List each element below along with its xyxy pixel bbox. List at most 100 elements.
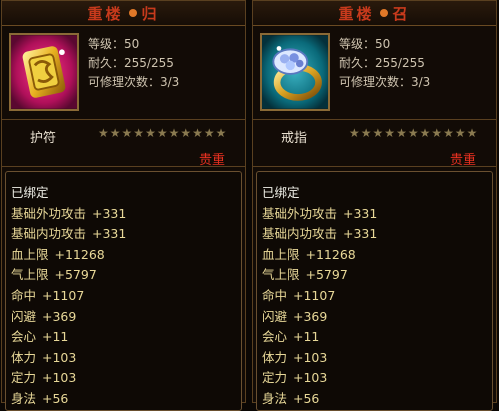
attribute-value: +103: [42, 349, 77, 365]
attribute-row: 体力 +103: [262, 348, 377, 369]
attribute-name: 体力: [11, 349, 37, 365]
attribute-value: +103: [42, 370, 77, 386]
attribute-value: +56: [293, 390, 320, 406]
attribute-row: 血上限 +11268: [11, 245, 126, 266]
star-icon: ★: [192, 126, 203, 140]
attribute-row: 气上限 +5797: [262, 265, 377, 286]
attribute-value: +56: [42, 390, 69, 406]
attribute-name: 基础内功攻击: [11, 226, 87, 242]
attribute-value: +5797: [305, 267, 348, 283]
bound-status: 已绑定: [262, 185, 300, 200]
attribute-row: 会心 +11: [262, 327, 377, 348]
attribute-row: 基础内功攻击 +331: [11, 224, 126, 245]
divider: [253, 166, 496, 167]
amulet-icon: [9, 33, 79, 111]
star-rating: ★ ★ ★ ★ ★ ★ ★ ★ ★ ★ ★: [98, 126, 226, 140]
bound-status: 已绑定: [11, 185, 49, 200]
star-icon: ★: [156, 126, 168, 140]
divider: [2, 166, 245, 167]
attribute-list: 已绑定 基础外功攻击 +331 基础内功攻击 +331 血上限 +11268 气…: [256, 171, 493, 411]
repair-count-text: 可修理次数：3/3: [88, 75, 180, 89]
attribute-value: +11: [293, 329, 320, 345]
star-icon: ★: [466, 126, 478, 140]
attribute-name: 会心: [11, 329, 37, 345]
attribute-name: 身法: [262, 390, 288, 406]
item-title: 重楼 归: [2, 1, 245, 26]
attribute-value: +331: [92, 205, 127, 221]
star-icon: ★: [431, 126, 443, 140]
attribute-row: 体力 +103: [11, 348, 126, 369]
attribute-name: 命中: [262, 287, 288, 303]
item-tooltip-ring: 重楼 召 等级：50 耐久：255/255 可修理次数：3/3 戒指 ★ ★ ★…: [252, 0, 497, 411]
attribute-value: +331: [343, 226, 378, 242]
attribute-name: 血上限: [11, 246, 49, 262]
star-icon: ★: [121, 126, 133, 140]
attribute-name: 闪避: [262, 308, 288, 324]
repair-count-text: 可修理次数：3/3: [339, 75, 431, 89]
attribute-value: +11268: [305, 246, 356, 262]
item-title-part1: 重楼: [87, 4, 124, 23]
attribute-row: 身法 +56: [11, 389, 126, 410]
star-rating: ★ ★ ★ ★ ★ ★ ★ ★ ★ ★ ★: [349, 126, 477, 140]
title-dot-icon: [379, 9, 388, 17]
attribute-name: 闪避: [11, 308, 37, 324]
star-icon: ★: [168, 126, 180, 140]
attribute-row: 血上限 +11268: [262, 245, 377, 266]
attribute-value: +1107: [293, 287, 336, 303]
item-title: 重楼 召: [253, 1, 496, 26]
attribute-row: 闪避 +369: [262, 307, 377, 328]
attribute-row: 定力 +103: [11, 368, 126, 389]
attribute-name: 体力: [262, 349, 288, 365]
divider: [253, 119, 496, 120]
divider: [2, 119, 245, 120]
attribute-value: +5797: [54, 267, 97, 283]
attribute-name: 气上限: [262, 267, 300, 283]
item-title-part2: 归: [141, 4, 160, 23]
star-icon: ★: [109, 126, 121, 140]
star-icon: ★: [215, 126, 227, 140]
attribute-row: 身法 +56: [262, 389, 377, 410]
star-icon: ★: [203, 126, 215, 140]
attribute-value: +331: [92, 226, 127, 242]
attribute-row: 会心 +11: [11, 327, 126, 348]
title-dot-icon: [128, 9, 137, 17]
attribute-value: +11268: [54, 246, 105, 262]
level-text: 等级：50: [88, 37, 140, 51]
attribute-row: 气上限 +5797: [11, 265, 126, 286]
star-icon: ★: [419, 126, 431, 140]
ring-icon: [260, 33, 330, 111]
star-icon: ★: [443, 126, 454, 140]
item-type: 护符: [30, 131, 57, 146]
attribute-row: 闪避 +369: [11, 307, 126, 328]
attribute-name: 会心: [262, 329, 288, 345]
attribute-row: 定力 +103: [262, 368, 377, 389]
attribute-name: 身法: [11, 390, 37, 406]
attribute-value: +369: [42, 308, 77, 324]
item-stats: 等级：50 耐久：255/255 可修理次数：3/3: [339, 35, 430, 92]
attribute-value: +369: [293, 308, 328, 324]
attribute-value: +103: [293, 349, 328, 365]
attribute-name: 气上限: [11, 267, 49, 283]
attribute-row: 基础内功攻击 +331: [262, 224, 377, 245]
attribute-row: 命中 +1107: [11, 286, 126, 307]
attribute-name: 定力: [11, 370, 37, 386]
item-tooltip-amulet: 重楼 归 等级：50 耐久：255/255 可修理次数：3/3 护符 ★ ★ ★…: [1, 0, 246, 411]
item-type: 戒指: [281, 131, 308, 146]
attribute-name: 基础外功攻击: [262, 205, 338, 221]
attribute-name: 命中: [11, 287, 37, 303]
item-stats: 等级：50 耐久：255/255 可修理次数：3/3: [88, 35, 179, 92]
star-icon: ★: [133, 126, 145, 140]
item-title-part2: 召: [392, 4, 411, 23]
attribute-value: +103: [293, 370, 328, 386]
attribute-name: 基础外功攻击: [11, 205, 87, 221]
attribute-name: 血上限: [262, 246, 300, 262]
attribute-row: 命中 +1107: [262, 286, 377, 307]
attribute-value: +11: [42, 329, 69, 345]
attribute-name: 定力: [262, 370, 288, 386]
star-icon: ★: [360, 126, 372, 140]
star-icon: ★: [396, 126, 407, 140]
star-icon: ★: [349, 126, 360, 140]
star-icon: ★: [98, 126, 109, 140]
attribute-row: 基础外功攻击 +331: [11, 204, 126, 225]
attribute-value: +1107: [42, 287, 85, 303]
